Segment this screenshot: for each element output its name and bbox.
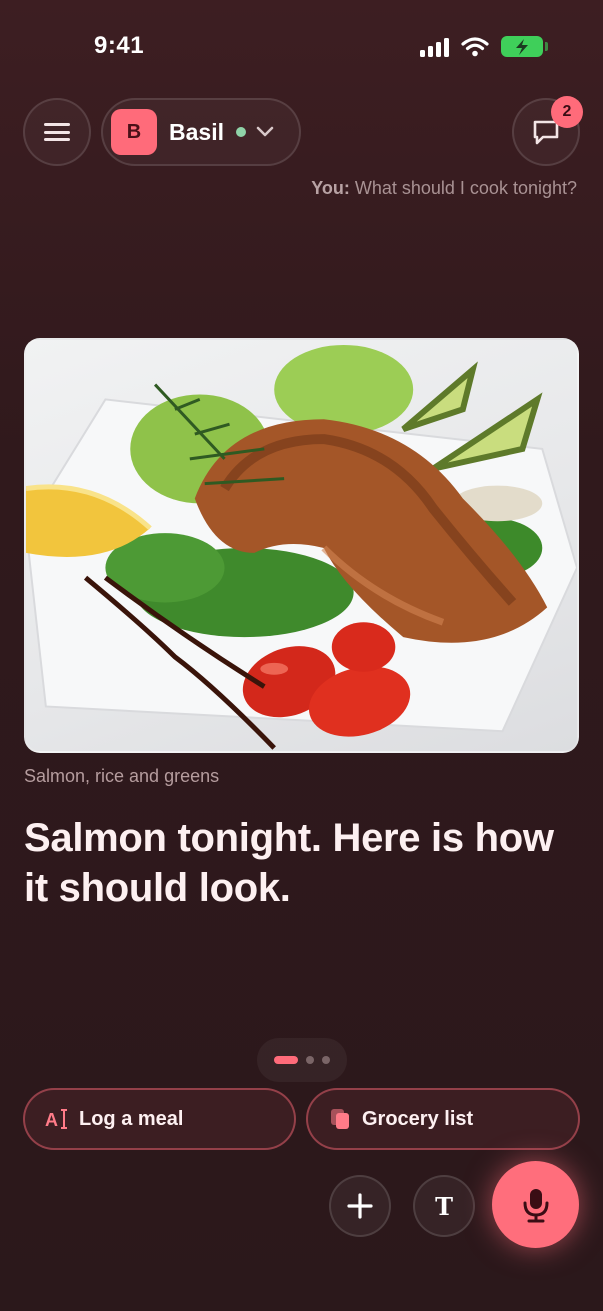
agent-avatar: B bbox=[111, 109, 157, 155]
text-cursor-icon: A bbox=[45, 1108, 69, 1130]
chevron-down-icon bbox=[256, 126, 274, 137]
wifi-icon bbox=[461, 36, 489, 56]
page-dot-active[interactable] bbox=[274, 1056, 298, 1064]
response-headline: Salmon tonight. Here is how it should lo… bbox=[24, 816, 554, 910]
log-icon-letter: A bbox=[45, 1110, 58, 1130]
prompt-text: What should I cook tonight? bbox=[354, 178, 577, 198]
log-meal-label: Log a meal bbox=[79, 1107, 184, 1130]
agent-selector[interactable]: B Basil bbox=[101, 98, 301, 166]
microphone-icon bbox=[523, 1188, 548, 1222]
notification-badge: 2 bbox=[551, 96, 583, 128]
prompt-speaker: You: bbox=[311, 178, 350, 198]
online-status-dot bbox=[235, 127, 246, 137]
add-button[interactable] bbox=[329, 1175, 391, 1237]
copy-icon bbox=[328, 1107, 352, 1131]
status-bar: 9:41 bbox=[0, 0, 603, 96]
cellular-signal-icon bbox=[420, 37, 449, 57]
text-input-button[interactable]: T bbox=[413, 1175, 475, 1237]
plus-icon bbox=[347, 1193, 373, 1219]
grocery-list-button[interactable]: Grocery list bbox=[306, 1088, 580, 1150]
agent-name: Basil bbox=[169, 118, 224, 145]
grocery-list-label: Grocery list bbox=[362, 1107, 474, 1130]
page-dot[interactable] bbox=[306, 1056, 314, 1064]
last-user-prompt: You: What should I cook tonight? bbox=[311, 178, 577, 199]
battery-icon bbox=[501, 36, 548, 57]
menu-button[interactable] bbox=[23, 98, 91, 166]
photo-caption: Salmon, rice and greens bbox=[24, 766, 220, 786]
salmon-dish-image bbox=[26, 344, 577, 750]
voice-input-button[interactable] bbox=[492, 1161, 579, 1248]
status-time: 9:41 bbox=[94, 32, 145, 59]
meal-photo[interactable] bbox=[24, 338, 579, 753]
menu-icon bbox=[44, 123, 70, 141]
page-indicator[interactable] bbox=[257, 1038, 347, 1082]
log-meal-button[interactable]: A Log a meal bbox=[23, 1088, 296, 1150]
page-dot[interactable] bbox=[322, 1056, 330, 1064]
status-icons bbox=[420, 36, 548, 57]
text-icon: T bbox=[435, 1191, 453, 1221]
